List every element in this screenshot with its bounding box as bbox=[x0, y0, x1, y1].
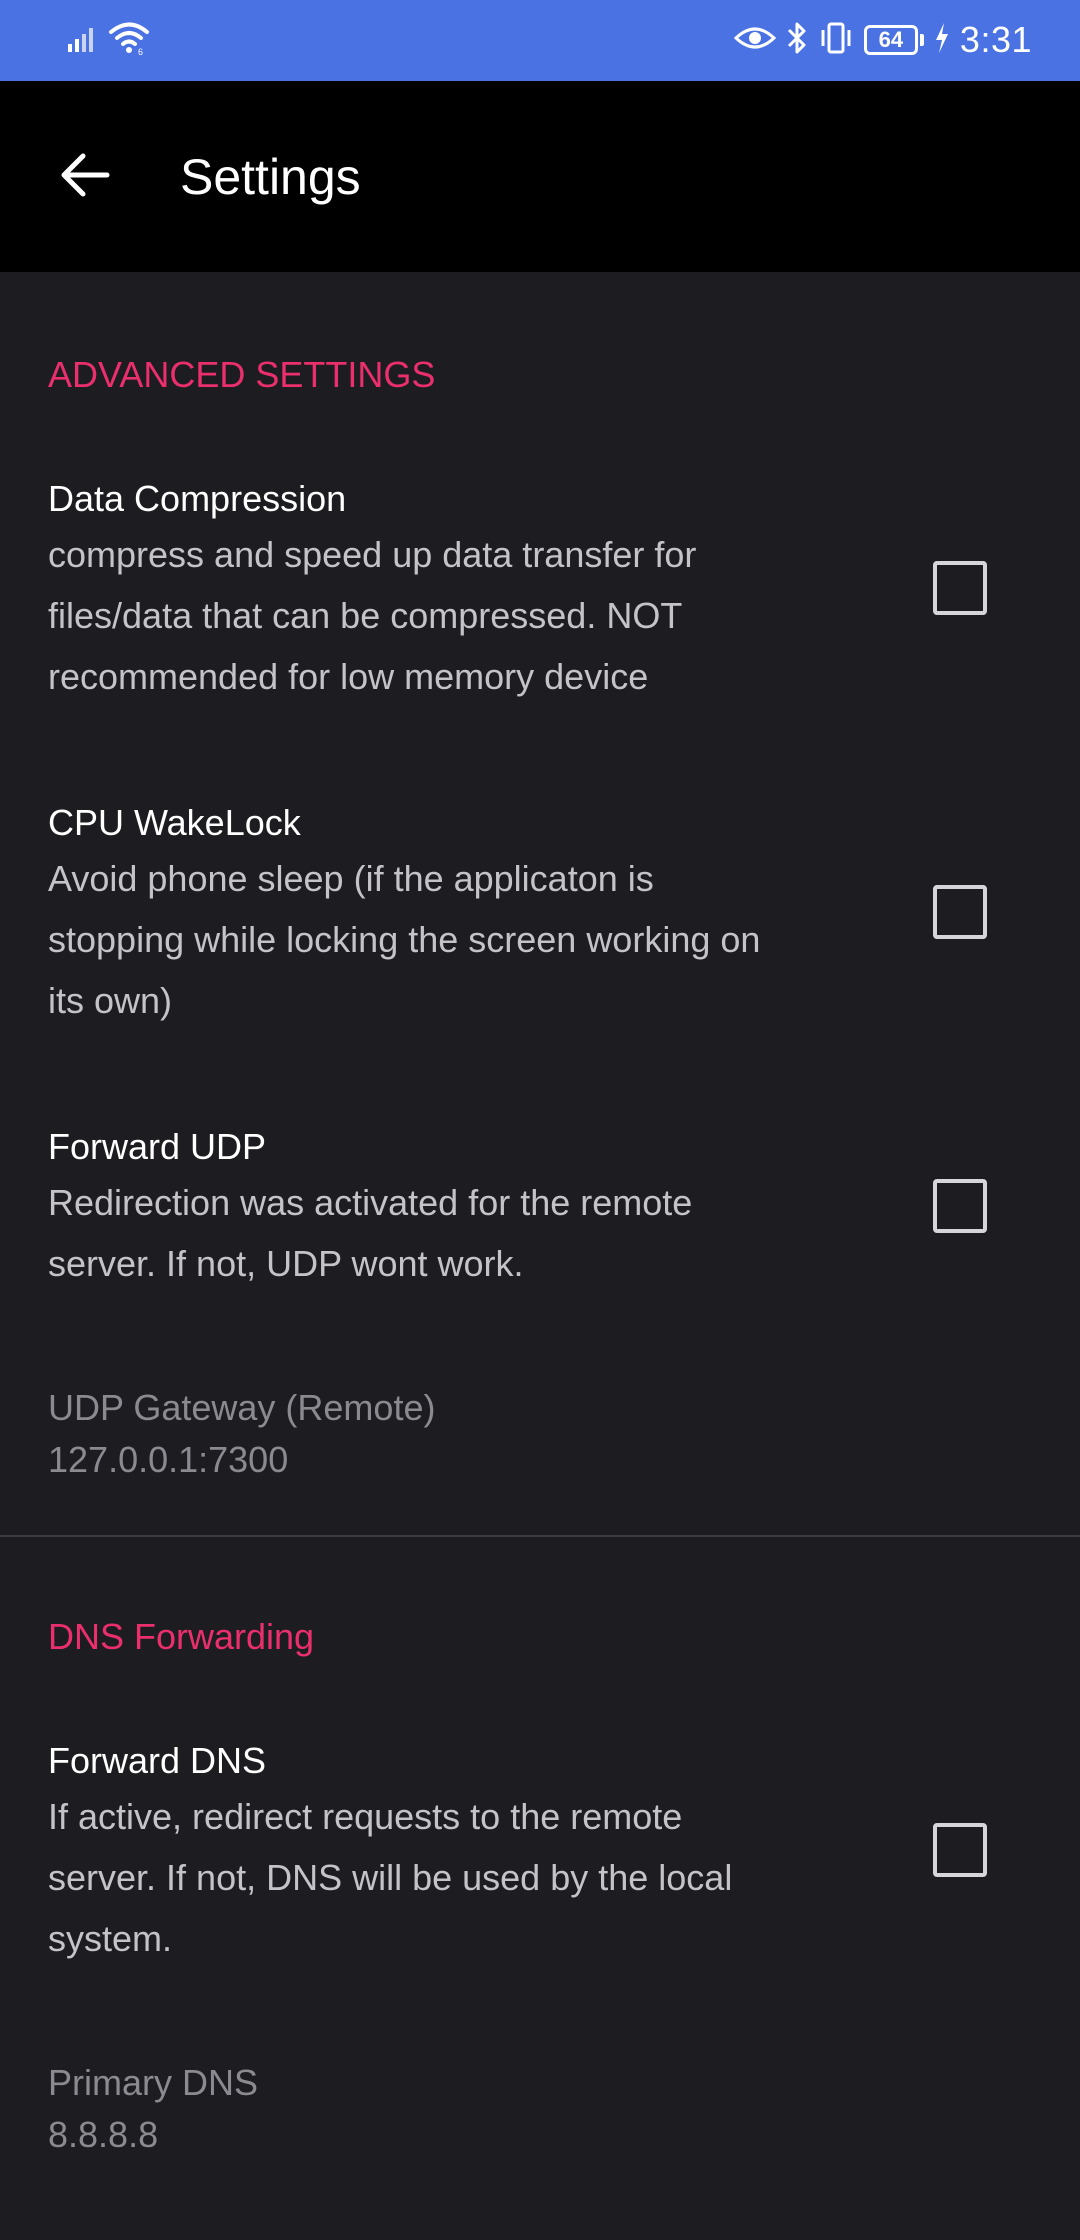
vibrate-icon bbox=[818, 21, 854, 60]
section-divider bbox=[0, 1535, 1080, 1537]
svg-text:6: 6 bbox=[138, 47, 143, 56]
summary-line: stopping while locking the screen workin… bbox=[48, 919, 761, 960]
pref-title: Data Compression bbox=[48, 478, 347, 519]
pref-forward-udp[interactable]: Forward UDP Redirection was activated fo… bbox=[0, 1126, 1080, 1326]
pref-title: CPU WakeLock bbox=[48, 802, 301, 843]
summary-line: If active, redirect requests to the remo… bbox=[48, 1796, 683, 1837]
app-bar: Settings bbox=[0, 81, 1080, 272]
summary-line: Redirection was activated for the remote bbox=[48, 1182, 693, 1223]
pref-cpu-wakelock[interactable]: CPU WakeLock Avoid phone sleep (if the a… bbox=[0, 802, 1080, 1072]
status-time: 3:31 bbox=[959, 19, 1032, 60]
summary-line: files/data that can be compressed. NOT bbox=[48, 595, 683, 636]
pref-title: UDP Gateway (Remote) bbox=[48, 1387, 436, 1428]
pref-data-compression[interactable]: Data Compression compress and speed up d… bbox=[0, 478, 1080, 748]
pref-summary: compress and speed up data transfer for … bbox=[48, 524, 848, 707]
pref-udp-gateway[interactable]: UDP Gateway (Remote) 127.0.0.1:7300 bbox=[0, 1387, 1080, 1497]
page-title: Settings bbox=[180, 149, 361, 205]
pref-summary: Avoid phone sleep (if the applicaton is … bbox=[48, 848, 878, 1031]
summary-line: server. If not, UDP wont work. bbox=[48, 1243, 524, 1284]
forward-udp-checkbox[interactable] bbox=[933, 1179, 987, 1233]
summary-line: Avoid phone sleep (if the applicaton is bbox=[48, 858, 654, 899]
battery-icon: 64 bbox=[863, 25, 924, 55]
signal-icon bbox=[66, 22, 102, 59]
wifi-icon: 6 bbox=[108, 20, 150, 61]
status-right-icons: 64 3:31 bbox=[733, 14, 1032, 66]
pref-title: Forward DNS bbox=[48, 1740, 267, 1781]
pref-forward-dns[interactable]: Forward DNS If active, redirect requests… bbox=[0, 1740, 1080, 2010]
pref-primary-dns[interactable]: Primary DNS 8.8.8.8 bbox=[0, 2062, 1080, 2172]
summary-line: server. If not, DNS will be used by the … bbox=[48, 1857, 733, 1898]
charging-icon bbox=[934, 22, 950, 59]
back-button[interactable] bbox=[40, 137, 130, 217]
summary-line: compress and speed up data transfer for bbox=[48, 534, 697, 575]
status-bar: 6 64 3:31 bbox=[0, 0, 1080, 81]
udp-gateway-value: 127.0.0.1:7300 bbox=[48, 1439, 289, 1480]
summary-line: its own) bbox=[48, 980, 173, 1021]
pref-title: Forward UDP bbox=[48, 1126, 267, 1167]
bluetooth-icon bbox=[786, 21, 808, 60]
pref-summary: Redirection was activated for the remote… bbox=[48, 1172, 848, 1294]
status-left-icons: 6 bbox=[66, 20, 150, 61]
summary-line: recommended for low memory device bbox=[48, 656, 649, 697]
primary-dns-value: 8.8.8.8 bbox=[48, 2114, 159, 2155]
pref-summary: If active, redirect requests to the remo… bbox=[48, 1786, 848, 1969]
arrow-left-icon bbox=[59, 151, 111, 204]
battery-level: 64 bbox=[863, 25, 918, 55]
section-header-advanced: ADVANCED SETTINGS bbox=[48, 354, 436, 395]
section-header-dns: DNS Forwarding bbox=[48, 1616, 315, 1657]
summary-line: system. bbox=[48, 1918, 173, 1959]
forward-dns-checkbox[interactable] bbox=[933, 1823, 987, 1877]
eye-icon bbox=[733, 24, 777, 57]
data-compression-checkbox[interactable] bbox=[933, 561, 987, 615]
cpu-wakelock-checkbox[interactable] bbox=[933, 885, 987, 939]
pref-title: Primary DNS bbox=[48, 2062, 259, 2103]
